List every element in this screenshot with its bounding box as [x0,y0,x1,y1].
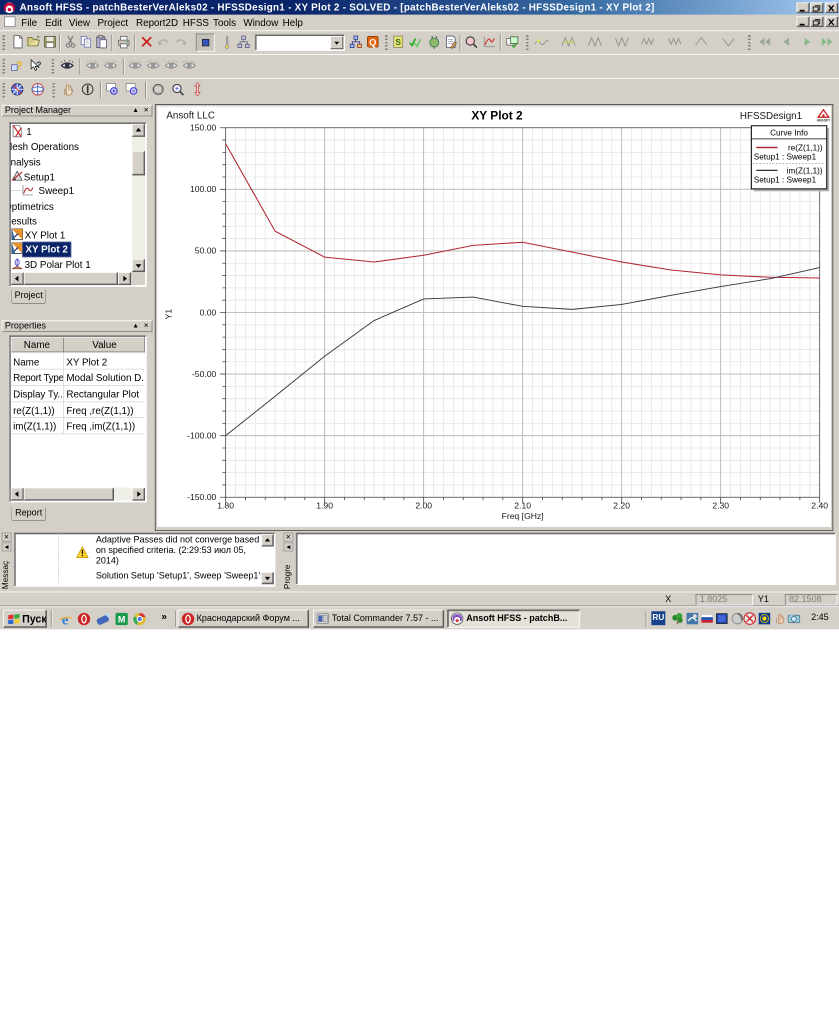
svg-text:2.10: 2.10 [514,500,531,510]
svg-text:150.00: 150.00 [190,123,217,133]
svg-text:2.30: 2.30 [712,500,729,510]
svg-text:?: ? [36,60,42,70]
svg-text:Curve Info: Curve Info [770,129,808,138]
svg-text:-150.00: -150.00 [187,492,216,502]
svg-text:1.90: 1.90 [316,500,333,510]
svg-text:2.40: 2.40 [811,500,828,510]
svg-text:Freq [GHz]: Freq [GHz] [502,511,544,521]
svg-text:-50.00: -50.00 [192,369,217,379]
svg-text:Setup1 : Sweep1: Setup1 : Sweep1 [754,152,817,161]
svg-text:2.20: 2.20 [613,500,630,510]
svg-text:1.80: 1.80 [217,500,234,510]
svg-text:ANSOFT: ANSOFT [817,119,830,123]
svg-text:Y1: Y1 [164,309,174,320]
svg-text:0.00: 0.00 [200,307,217,317]
svg-text:im(Z(1,1)): im(Z(1,1)) [787,166,823,175]
svg-text:Ansoft LLC: Ansoft LLC [166,110,215,121]
svg-text:100.00: 100.00 [190,184,217,194]
svg-text:50.00: 50.00 [195,246,217,256]
svg-text:?: ? [16,60,22,72]
svg-text:HFSSDesign1: HFSSDesign1 [740,111,802,122]
svg-text:Q: Q [369,37,376,47]
svg-text:XY Plot 2: XY Plot 2 [471,109,523,123]
svg-text:re(Z(1,1)): re(Z(1,1)) [788,143,823,152]
svg-text:Setup1 : Sweep1: Setup1 : Sweep1 [754,175,817,184]
svg-text:M: M [118,615,126,625]
svg-text:-100.00: -100.00 [187,431,216,441]
svg-text:e: e [62,612,69,626]
svg-text:S: S [395,38,401,47]
svg-text:2.00: 2.00 [415,500,432,510]
